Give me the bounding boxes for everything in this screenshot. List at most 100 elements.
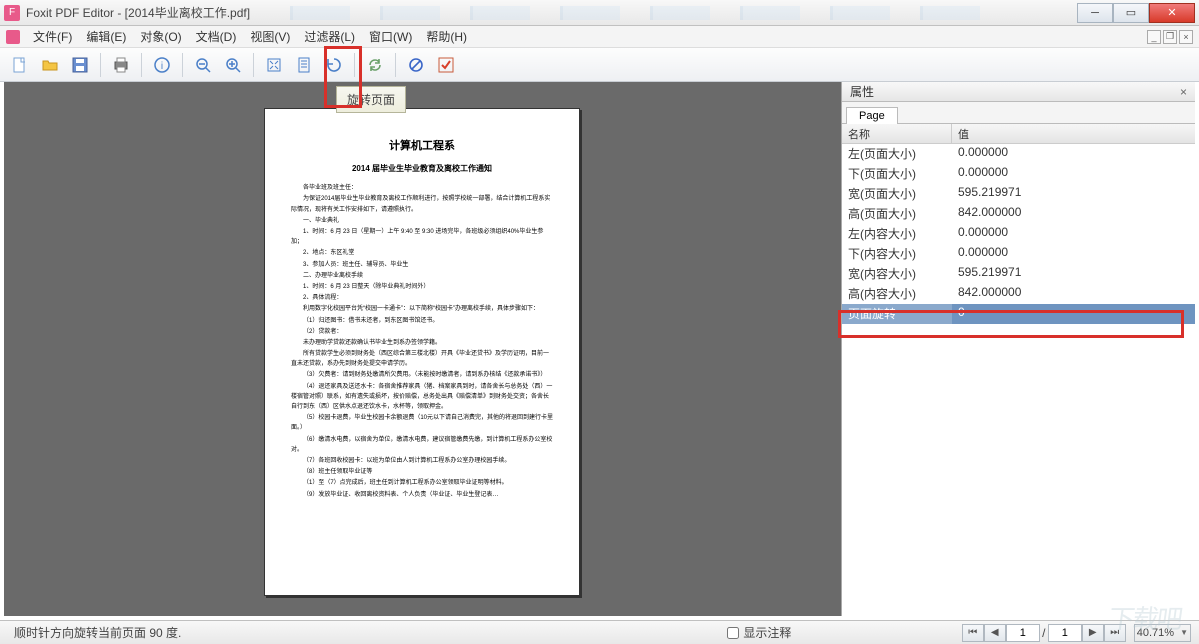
mdi-close-button[interactable]: × [1179, 30, 1193, 44]
first-page-button[interactable]: ⏮ [962, 624, 984, 642]
properties-title: 属性 [850, 83, 874, 100]
toolbar: i [0, 48, 1199, 82]
maximize-button[interactable]: ▭ [1113, 3, 1149, 23]
properties-grid: 名称 值 左(页面大小)0.000000下(页面大小)0.000000宽(页面大… [842, 124, 1195, 616]
zoom-out-button[interactable] [189, 51, 217, 79]
properties-close-button[interactable]: × [1180, 85, 1187, 99]
page-number-input[interactable] [1006, 624, 1040, 642]
properties-header: 属性 × [842, 82, 1195, 102]
property-row[interactable]: 宽(内容大小)595.219971 [842, 264, 1195, 284]
property-value: 0.000000 [952, 144, 1195, 164]
doc-line: （1）归还图书：借书未还者，到东区图书馆还书。 [291, 316, 553, 326]
property-value: 842.000000 [952, 204, 1195, 224]
info-button[interactable]: i [148, 51, 176, 79]
mdi-restore-button[interactable]: ❐ [1163, 30, 1177, 44]
title-bar: F Foxit PDF Editor - [2014毕业离校工作.pdf] ─ … [0, 0, 1199, 26]
property-row[interactable]: 左(内容大小)0.000000 [842, 224, 1195, 244]
grid-header-value: 值 [952, 124, 1195, 143]
property-value: 595.219971 [952, 184, 1195, 204]
mdi-minimize-button[interactable]: _ [1147, 30, 1161, 44]
prev-page-button[interactable]: ◀ [984, 624, 1006, 642]
rotate-page-button[interactable] [320, 51, 348, 79]
property-row[interactable]: 左(页面大小)0.000000 [842, 144, 1195, 164]
doc-line: 1、时间：6 月 23 日整天（除毕业典礼时间外） [291, 282, 553, 292]
doc-line: （6）缴清水电费，以宿舍为单位，缴清水电费，建议宿管缴费先缴，到计算机工程系办公… [291, 435, 553, 455]
doc-line: 1、时间：6 月 23 日（星期一）上午 9:40 至 9:30 进场完毕，各班… [291, 227, 553, 247]
doc-line: 为保证2014届毕业生毕业教育及离校工作顺利进行，按照学校统一部署，结合计算机工… [291, 194, 553, 214]
background-tabs [290, 6, 1077, 20]
property-row[interactable]: 页面旋转0 [842, 304, 1195, 324]
check-button[interactable] [432, 51, 460, 79]
show-annotations-checkbox[interactable] [727, 627, 739, 639]
property-row[interactable]: 高(页面大小)842.000000 [842, 204, 1195, 224]
doc-line: （4）退还家具及送还水卡：各宿舍推荐家具（猪、档案家具到时，请各舍长与总务处（西… [291, 382, 553, 413]
zoom-in-button[interactable] [219, 51, 247, 79]
print-button[interactable] [107, 51, 135, 79]
new-button[interactable] [6, 51, 34, 79]
document-view[interactable]: 计算机工程系 2014 届毕业生毕业教育及离校工作通知 各毕业班及班主任：为保证… [4, 82, 841, 616]
chevron-down-icon: ▼ [1180, 628, 1188, 637]
watermark: 下载吧 [1106, 599, 1183, 636]
property-row[interactable]: 高(内容大小)842.000000 [842, 284, 1195, 304]
properties-panel: 属性 × Page 名称 值 左(页面大小)0.000000下(页面大小)0.0… [841, 82, 1195, 616]
show-annotations-toggle[interactable]: 显示注释 [727, 624, 791, 641]
doc-line: 所有贷款学生必须到财务处（西区综合第三楼北楼）开具《毕业还贷书》及学历证明，目前… [291, 349, 553, 369]
property-row[interactable]: 下(页面大小)0.000000 [842, 164, 1195, 184]
doc-line: （2）贷款者： [291, 327, 553, 337]
property-name: 高(页面大小) [842, 204, 952, 224]
doc-line: 2、地点：东区礼堂 [291, 248, 553, 258]
doc-line: 利用数字化校园平台凭“校园一卡通卡”：以下简称“校园卡”办理离校手续，具体步骤如… [291, 304, 553, 314]
menu-file[interactable]: 文件(F) [26, 26, 79, 48]
menu-window[interactable]: 窗口(W) [362, 26, 419, 48]
status-bar: 顺时针方向旋转当前页面 90 度. 显示注释 ⏮ ◀ / ▶ ⏭ 40.71% … [0, 620, 1199, 644]
doc-line: 2、具体流程： [291, 293, 553, 303]
menu-bar: 文件(F) 编辑(E) 对象(O) 文档(D) 视图(V) 过滤器(L) 窗口(… [0, 26, 1199, 48]
save-button[interactable] [66, 51, 94, 79]
doc-line: 二、办理毕业离校手续 [291, 271, 553, 281]
doc-line: （7）各班回收校园卡：以班为单位由人到计算机工程系办公室办理校园手续。 [291, 456, 553, 466]
property-value: 595.219971 [952, 264, 1195, 284]
menu-document[interactable]: 文档(D) [189, 26, 244, 48]
menu-filter[interactable]: 过滤器(L) [297, 26, 362, 48]
work-area: 计算机工程系 2014 届毕业生毕业教育及离校工作通知 各毕业班及班主任：为保证… [4, 82, 1195, 616]
menu-object[interactable]: 对象(O) [133, 26, 188, 48]
property-name: 高(内容大小) [842, 284, 952, 304]
doc-line: 一、毕业典礼 [291, 216, 553, 226]
doc-line: 各毕业班及班主任： [291, 183, 553, 193]
property-name: 左(内容大小) [842, 224, 952, 244]
property-name: 宽(内容大小) [842, 264, 952, 284]
page-preview[interactable]: 计算机工程系 2014 届毕业生毕业教育及离校工作通知 各毕业班及班主任：为保证… [264, 108, 580, 596]
close-button[interactable]: ✕ [1149, 3, 1195, 23]
window-title: Foxit PDF Editor - [2014毕业离校工作.pdf] [26, 4, 250, 21]
menu-view[interactable]: 视图(V) [243, 26, 297, 48]
doc-line: （8）班主任领取毕业证等 [291, 467, 553, 477]
menu-help[interactable]: 帮助(H) [419, 26, 474, 48]
minimize-button[interactable]: ─ [1077, 3, 1113, 23]
properties-tab-page[interactable]: Page [846, 107, 898, 124]
menu-edit[interactable]: 编辑(E) [79, 26, 133, 48]
fit-page-button[interactable] [260, 51, 288, 79]
property-value: 0.000000 [952, 224, 1195, 244]
property-name: 下(页面大小) [842, 164, 952, 184]
doc-line: 3、参加人员：班主任、辅导员、毕业生 [291, 260, 553, 270]
property-value: 0 [952, 304, 1195, 324]
refresh-button[interactable] [361, 51, 389, 79]
property-value: 0.000000 [952, 244, 1195, 264]
doc-line: （9）发放毕业证、收回离校资料表、个人负责（毕业证、毕业生登记表… [291, 490, 553, 500]
doc-icon [6, 30, 20, 44]
doc-line: （3）欠费者：请到财务处缴清所欠费用。（未能按时缴清者，请到系办核结《还款承诺书… [291, 370, 553, 380]
show-annotations-label: 显示注释 [743, 624, 791, 641]
property-value: 0.000000 [952, 164, 1195, 184]
page-sep: / [1040, 626, 1048, 640]
property-row[interactable]: 下(内容大小)0.000000 [842, 244, 1195, 264]
property-value: 842.000000 [952, 284, 1195, 304]
properties-tabs: Page [842, 102, 1195, 124]
forbid-button[interactable] [402, 51, 430, 79]
next-page-button[interactable]: ▶ [1082, 624, 1104, 642]
app-icon: F [4, 5, 20, 21]
property-row[interactable]: 宽(页面大小)595.219971 [842, 184, 1195, 204]
page-total-display [1048, 624, 1082, 642]
open-button[interactable] [36, 51, 64, 79]
property-name: 下(内容大小) [842, 244, 952, 264]
fit-width-button[interactable] [290, 51, 318, 79]
